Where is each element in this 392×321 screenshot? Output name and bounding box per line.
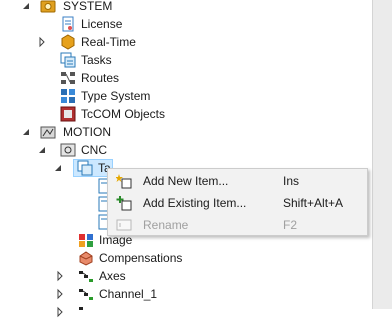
collapse-arrow-icon[interactable] (20, 123, 32, 141)
expand-arrow-icon[interactable] (54, 303, 66, 321)
image-icon (79, 234, 93, 247)
tccom-objects-icon (60, 106, 76, 122)
tree-item-cnc[interactable]: CNC (0, 141, 370, 159)
add-existing-item-icon (116, 196, 132, 211)
solution-tree[interactable]: SYSTEM License Real-Time Tasks Routes Ty… (0, 0, 372, 318)
tree-item-clipped[interactable] (0, 303, 370, 321)
expand-arrow-icon[interactable] (54, 285, 66, 303)
tree-item-label: Tasks (81, 53, 112, 67)
collapse-arrow-icon[interactable] (36, 141, 48, 159)
tree-item-label: SYSTEM (63, 0, 113, 13)
channel-icon (79, 307, 83, 310)
tree-item-label: CNC (81, 143, 107, 157)
collapse-arrow-icon[interactable] (52, 159, 64, 177)
tree-item-system[interactable]: SYSTEM (0, 0, 370, 15)
channel-icon (79, 289, 93, 300)
type-system-icon (61, 89, 75, 103)
tree-item-tccom-objects[interactable]: TcCOM Objects (0, 105, 370, 123)
tree-item-routes[interactable]: Routes (0, 69, 370, 87)
tree-item-compensations[interactable]: Compensations (0, 249, 370, 267)
tree-item-motion[interactable]: MOTION (0, 123, 370, 141)
axes-icon (79, 271, 93, 282)
menu-item-shortcut: Ins (283, 174, 300, 188)
menu-item-shortcut: Shift+Alt+A (283, 196, 344, 210)
tree-item-label: License (81, 17, 123, 31)
tree-item-axes[interactable]: Axes (0, 267, 370, 285)
tree-item-label: Real-Time (81, 35, 136, 49)
menu-item-label: Add New Item... (143, 174, 229, 188)
menu-item-label: Add Existing Item... (143, 196, 247, 210)
tree-item-tasks[interactable]: Tasks (0, 51, 370, 69)
motion-icon (40, 126, 56, 139)
compensations-icon (79, 251, 93, 266)
tree-item-label: Axes (99, 269, 126, 283)
menu-item-label: Rename (143, 218, 189, 232)
realtime-icon (61, 34, 75, 50)
expand-arrow-icon[interactable] (54, 267, 66, 285)
pane-splitter[interactable] (372, 0, 392, 309)
tree-item-label: Routes (81, 71, 120, 85)
menu-item-add-existing-item[interactable]: Add Existing Item... Shift+Alt+A (109, 192, 366, 214)
cnc-task-icon (77, 160, 93, 176)
tree-item-label: Compensations (99, 251, 183, 265)
menu-item-rename[interactable]: Rename F2 (109, 214, 366, 236)
menu-item-add-new-item[interactable]: Add New Item... Ins (109, 170, 366, 192)
tree-item-label: Channel_1 (99, 287, 158, 301)
menu-item-shortcut: F2 (283, 218, 298, 232)
routes-icon (61, 72, 75, 84)
tree-item-type-system[interactable]: Type System (0, 87, 370, 105)
expand-arrow-icon[interactable] (36, 33, 48, 51)
context-menu: Add New Item... Ins Add Existing Item...… (107, 168, 368, 236)
tree-item-realtime[interactable]: Real-Time (0, 33, 370, 51)
cnc-icon (60, 143, 76, 157)
tree-item-channel-1[interactable]: Channel_1 (0, 285, 370, 303)
tasks-icon (60, 52, 76, 68)
add-new-item-icon (116, 174, 132, 189)
system-gear-icon (40, 0, 56, 13)
license-icon (62, 16, 74, 32)
tree-item-license[interactable]: License (0, 15, 370, 33)
tree-item-label: MOTION (63, 125, 111, 139)
rename-icon (116, 219, 132, 231)
tree-item-label: Type System (81, 89, 151, 103)
tree-item-label: TcCOM Objects (81, 107, 166, 121)
collapse-arrow-icon[interactable] (20, 0, 32, 15)
